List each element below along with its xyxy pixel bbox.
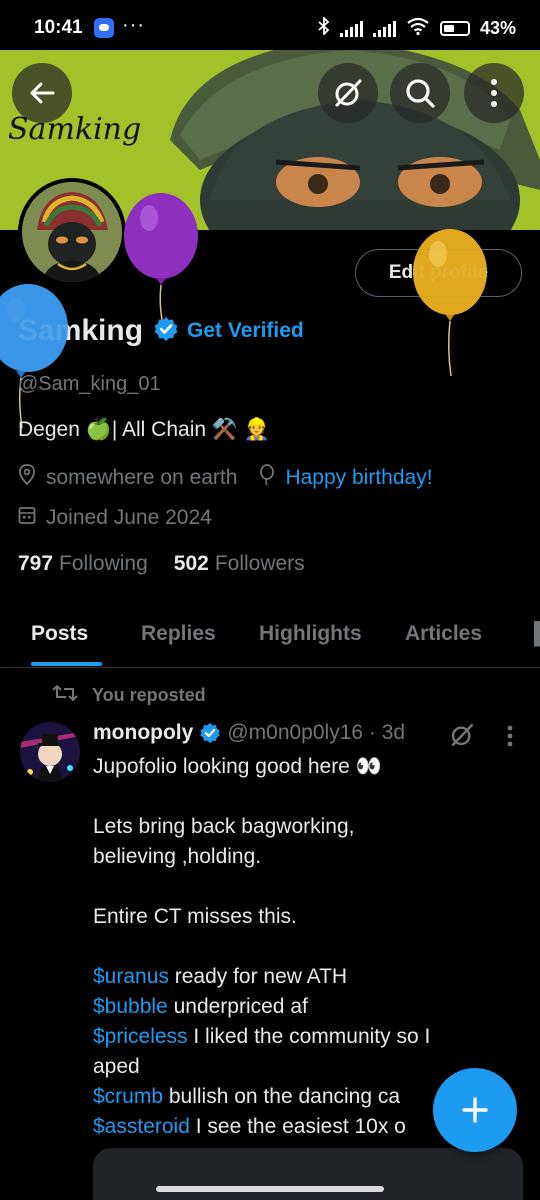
balloon-icon (259, 464, 275, 492)
post-line-text: I see the easiest 10x o (189, 1115, 406, 1138)
post-line: believing ,holding. (93, 845, 262, 868)
gesture-nav-bar[interactable] (156, 1186, 384, 1192)
bluetooth-icon (318, 15, 330, 40)
cashtag-link[interactable]: $priceless (93, 1025, 188, 1048)
more-notifications-icon: ··· (122, 14, 145, 36)
calendar-icon (18, 505, 36, 531)
tab-overflow-edge[interactable]: ▌ (534, 622, 540, 646)
profile-meta-row: somewhere on earth Happy birthday! (18, 464, 433, 492)
wifi-icon (406, 17, 430, 40)
cashtag-link[interactable]: $crumb (93, 1085, 163, 1108)
following-label: Following (59, 552, 148, 575)
post-author-avatar[interactable] (20, 722, 80, 782)
profile-bio: Degen 🍏| All Chain ⚒️ 👷 (18, 418, 270, 441)
post-media-card[interactable] (93, 1148, 523, 1200)
messages-app-icon (94, 18, 114, 38)
more-vertical-icon (491, 79, 497, 107)
following-count: 797 (18, 552, 54, 575)
post-header: monopoly @m0n0p0ly16 · 3d (93, 721, 405, 745)
battery-percent: 43% (479, 18, 516, 38)
clock: 10:41 (34, 17, 83, 38)
joined-row: Joined June 2024 (18, 505, 212, 531)
grok-button[interactable] (318, 63, 378, 123)
get-verified-link[interactable]: Get Verified (187, 319, 304, 343)
profile-tabs: Posts Replies Highlights Articles ▌ (0, 600, 540, 668)
blue-balloon-front (0, 284, 68, 372)
monopoly-avatar-image (20, 722, 80, 782)
repost-indicator: You reposted (52, 683, 206, 708)
post-line-text: bullish on the dancing ca (163, 1085, 401, 1108)
post-line-text: underpriced af (167, 995, 308, 1018)
post-author-verified-icon (199, 722, 221, 744)
yellow-balloon-front (413, 229, 487, 315)
joined-text: Joined June 2024 (46, 506, 212, 529)
tab-replies[interactable]: Replies (141, 622, 216, 646)
post-line: Jupofolio looking good here 👀 (93, 755, 382, 778)
profile-avatar[interactable] (18, 178, 126, 286)
tab-posts[interactable]: Posts (31, 622, 88, 646)
post-author-name[interactable]: monopoly (93, 721, 193, 745)
cashtag-link[interactable]: $bubble (93, 995, 168, 1018)
post-grok-icon[interactable] (449, 722, 475, 753)
purple-balloon (124, 193, 198, 321)
verified-badge-icon (153, 316, 179, 347)
profile-handle: @Sam_king_01 (18, 373, 161, 395)
followers-label: Followers (214, 552, 305, 575)
follow-stats: 797 Following 502 Followers (18, 552, 305, 576)
status-bar: 10:41 ··· 43% (0, 0, 540, 50)
repost-label: You reposted (92, 685, 206, 705)
following-link[interactable]: 797 Following (18, 552, 148, 576)
repost-icon (52, 683, 78, 708)
post-line: $priceless I liked the community so I (93, 1022, 513, 1052)
tab-highlights[interactable]: Highlights (259, 622, 362, 646)
back-arrow-icon (30, 82, 55, 104)
signal-icon-2 (372, 20, 396, 37)
post-more-icon[interactable] (506, 724, 514, 753)
birthday-link[interactable]: Happy birthday! (285, 466, 432, 490)
tab-articles[interactable]: Articles (405, 622, 482, 646)
grok-icon (335, 79, 362, 107)
followers-count: 502 (173, 552, 209, 575)
active-tab-indicator (31, 662, 102, 666)
signal-icon-1 (339, 20, 363, 37)
location-text: somewhere on earth (46, 466, 238, 489)
search-icon (406, 79, 435, 108)
plus-icon (462, 1097, 488, 1123)
location-pin-icon (18, 464, 36, 492)
post-handle-time: @m0n0p0ly16 · 3d (227, 721, 406, 744)
back-button[interactable] (12, 63, 72, 123)
post-line: $uranus ready for new ATH (93, 962, 513, 992)
post-line: Lets bring back bagworking, (93, 815, 355, 838)
battery-icon (439, 21, 470, 36)
followers-link[interactable]: 502 Followers (174, 552, 305, 576)
search-button[interactable] (390, 63, 450, 123)
cashtag-link[interactable]: $assteroid (93, 1115, 190, 1138)
post-line-text: ready for new ATH (168, 965, 348, 988)
cashtag-link[interactable]: $uranus (93, 965, 169, 988)
avatar-image (22, 182, 122, 282)
post-line: Entire CT misses this. (93, 905, 297, 928)
post-line: $bubble underpriced af (93, 992, 513, 1022)
post-line-text: I liked the community so I (187, 1025, 431, 1048)
compose-post-button[interactable] (433, 1068, 517, 1152)
more-options-button[interactable] (464, 63, 524, 123)
